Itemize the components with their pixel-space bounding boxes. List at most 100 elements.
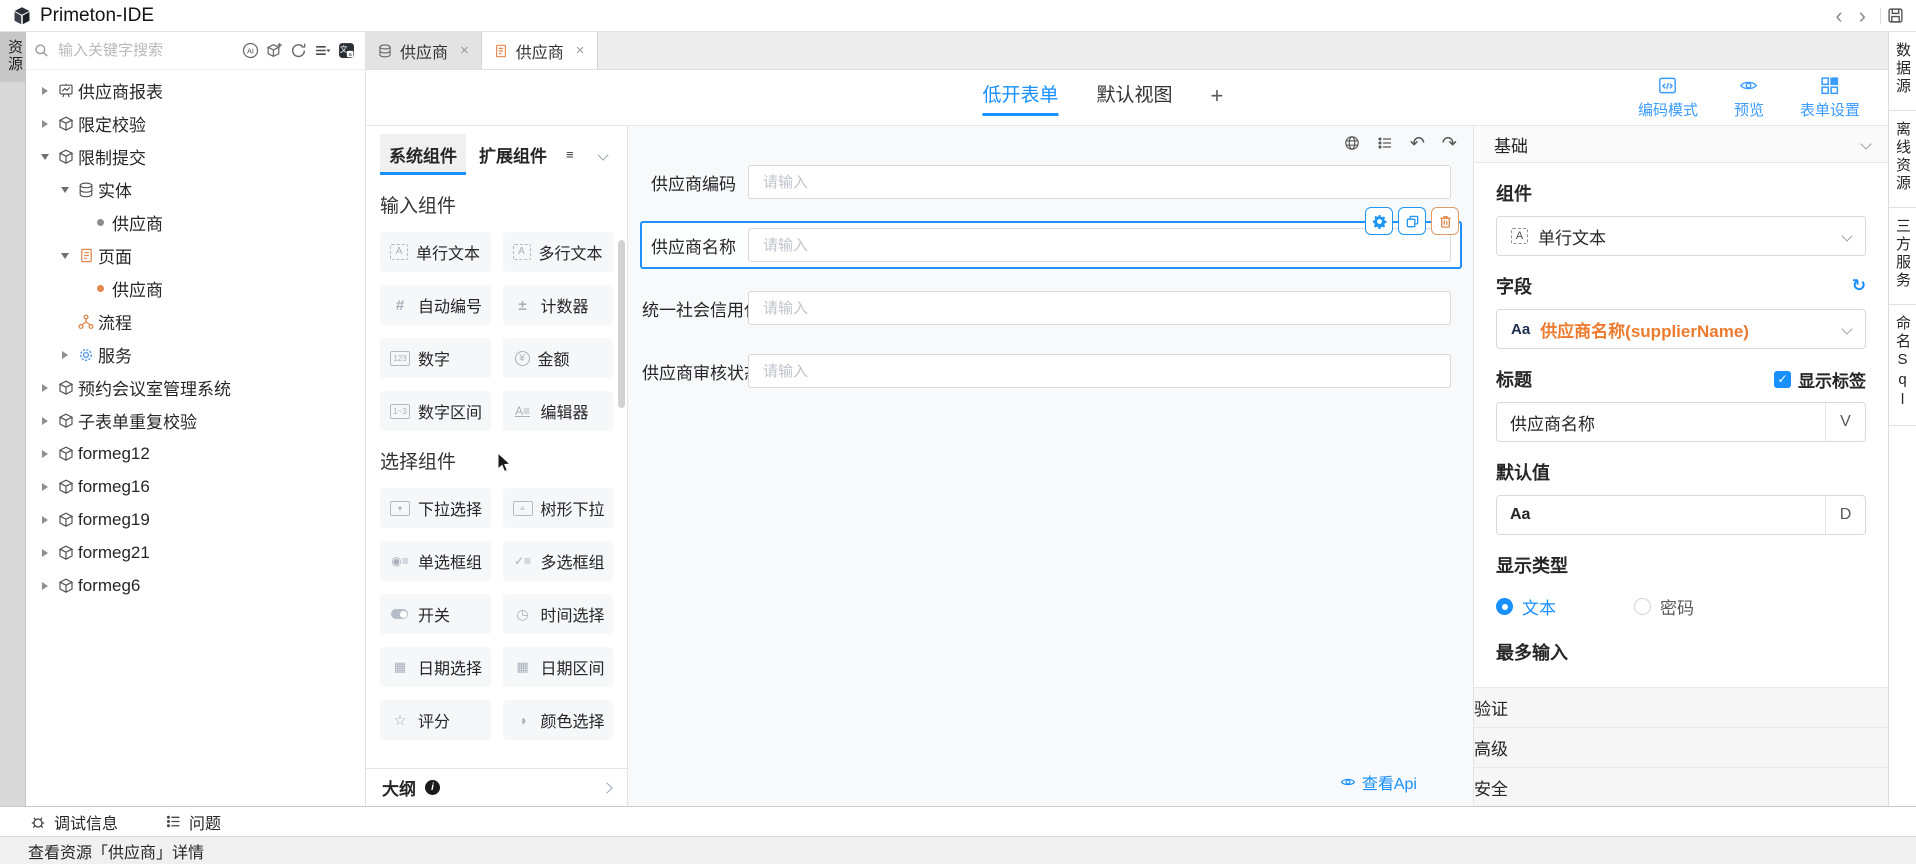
collapse-all-icon[interactable] [314,42,331,59]
component-rating[interactable]: ☆评分 [380,700,491,740]
debug-info-button[interactable]: 调试信息 [30,810,118,834]
strip-tab-third-party-services[interactable]: 三方服务 [1889,208,1916,305]
component-time-picker[interactable]: ◷时间选择 [503,594,614,634]
accordion-security[interactable]: 安全 [1473,768,1888,806]
tree-item-subform-check[interactable]: 子表单重复校验 [26,404,365,437]
view-api-link[interactable]: 查看Api [1340,770,1417,794]
new-module-icon[interactable] [266,42,283,59]
component-label: 下拉选择 [418,496,482,520]
widget-settings-button[interactable] [1365,207,1393,235]
component-date-picker[interactable]: ▦日期选择 [380,647,491,687]
ai-icon[interactable]: AI [242,42,259,59]
component-switch[interactable]: 开关 [380,594,491,634]
globe-icon[interactable] [1344,135,1360,151]
component-auto-number[interactable]: #自动编号 [380,285,491,325]
component-date-range[interactable]: ▦日期区间 [503,647,614,687]
title-variable-button[interactable]: V [1825,403,1865,441]
show-label-toggle[interactable]: ✓ 显示标签 [1774,367,1866,392]
tree-item-limit-check[interactable]: 限定校验 [26,107,365,140]
editor-tab-supplier-entity[interactable]: 供应商 × [366,32,482,69]
checkbox-checked-icon[interactable]: ✓ [1774,371,1791,388]
inspector-header[interactable]: 基础 [1474,126,1888,163]
save-icon[interactable] [1887,7,1904,24]
tree-item-page[interactable]: 页面 [26,239,365,272]
outline-section[interactable]: 大纲 i [366,768,627,806]
tree-item-supplier-entity[interactable]: 供应商 [26,206,365,239]
redo-icon[interactable]: ↷ [1442,135,1457,151]
preview-button[interactable]: 预览 [1734,76,1764,120]
tab-system-components[interactable]: 系统组件 [380,134,466,175]
activity-tab-resources[interactable]: 资源 [0,32,25,82]
close-icon[interactable]: × [576,42,585,59]
component-number[interactable]: 123数字 [380,338,491,378]
component-tree-dropdown[interactable]: ≡树形下拉 [503,488,614,528]
add-view-button[interactable]: + [1210,83,1223,113]
tab-lowcode-form[interactable]: 低开表单 [982,80,1058,116]
translate-icon[interactable]: 文a [338,42,355,59]
close-icon[interactable]: × [460,42,469,59]
component-radio-group[interactable]: ◉≡单选框组 [380,541,491,581]
search-input[interactable] [56,41,235,60]
component-editor[interactable]: A≡编辑器 [503,391,614,431]
radio-password[interactable]: 密码 [1634,594,1694,619]
tree-item-formeg19[interactable]: formeg19 [26,503,365,536]
palette-menu-icon[interactable]: ≡ [566,147,574,162]
palette-collapse-icon[interactable] [597,149,608,160]
component-counter[interactable]: ±计数器 [503,285,614,325]
field-select[interactable]: Aa 供应商名称(supplierName) [1496,309,1866,349]
editor-tab-supplier-page[interactable]: 供应商 × [482,32,598,69]
component-number-range[interactable]: 1~3数字区间 [380,391,491,431]
tree-item-formeg12[interactable]: formeg12 [26,437,365,470]
component-multi-line-text[interactable]: A多行文本 [503,232,614,272]
component-amount[interactable]: ¥金额 [503,338,614,378]
tab-extended-components[interactable]: 扩展组件 [470,134,556,175]
widget-copy-button[interactable] [1398,207,1426,235]
widget-delete-button[interactable] [1431,207,1459,235]
tree-item-formeg6[interactable]: formeg6 [26,569,365,602]
field-row-credit-code[interactable]: 统一社会信用代码 [642,291,1451,325]
supplier-name-input[interactable] [761,236,1438,255]
tree-item-report[interactable]: 供应商报表 [26,74,365,107]
component-single-line-text[interactable]: A单行文本 [380,232,491,272]
accordion-validation[interactable]: 验证 [1473,688,1888,728]
tree-item-flow[interactable]: 流程 [26,305,365,338]
title-input[interactable]: 供应商名称 [1497,403,1825,441]
strip-tab-offline-resources[interactable]: 离线资源 [1889,111,1916,208]
tree-item-meeting-system[interactable]: 预约会议室管理系统 [26,371,365,404]
default-value-input[interactable]: Aa [1497,496,1825,534]
field-row-supplier-name-selected[interactable]: 供应商名称 [640,221,1462,269]
strip-tab-named-sql[interactable]: 命名Sql [1889,305,1916,426]
problems-button[interactable]: 问题 [166,810,221,834]
form-settings-button[interactable]: 表单设置 [1800,76,1860,120]
field-row-supplier-code[interactable]: 供应商编码 [642,165,1451,199]
accordion-advanced[interactable]: 高级 [1473,728,1888,768]
component-dropdown[interactable]: ▾下拉选择 [380,488,491,528]
nav-back-icon[interactable]: ‹ [1827,2,1850,30]
tree-item-formeg16[interactable]: formeg16 [26,470,365,503]
undo-icon[interactable]: ↶ [1410,135,1425,151]
tree-item-entity[interactable]: 实体 [26,173,365,206]
supplier-code-input[interactable] [761,173,1438,192]
field-row-audit-status[interactable]: 供应商审核状态 [642,354,1451,388]
tree-item-formeg21[interactable]: formeg21 [26,536,365,569]
audit-status-input[interactable] [761,362,1438,381]
tree-item-service[interactable]: 服务 [26,338,365,371]
nav-forward-icon[interactable]: › [1851,2,1874,30]
component-select[interactable]: A 单行文本 [1496,216,1866,256]
field-label: 统一社会信用代码 [642,296,748,321]
tree-item-supplier-page[interactable]: 供应商 [26,272,365,305]
radio-text[interactable]: 文本 [1496,594,1556,619]
outline-list-icon[interactable] [1377,135,1393,151]
strip-tab-datasource[interactable]: 数据源 [1889,32,1916,111]
credit-code-input[interactable] [761,299,1438,318]
component-color-picker[interactable]: ◑颜色选择 [503,700,614,740]
refresh-field-icon[interactable]: ↻ [1852,276,1866,296]
code-mode-button[interactable]: 编码模式 [1638,76,1698,120]
eye-icon [1340,774,1356,790]
tab-default-view[interactable]: 默认视图 [1096,80,1172,116]
component-checkbox-group[interactable]: ✓≡多选框组 [503,541,614,581]
tree-item-limit-submit[interactable]: 限制提交 [26,140,365,173]
palette-scrollbar[interactable] [618,240,625,408]
refresh-icon[interactable] [290,42,307,59]
default-dynamic-button[interactable]: D [1825,496,1865,534]
